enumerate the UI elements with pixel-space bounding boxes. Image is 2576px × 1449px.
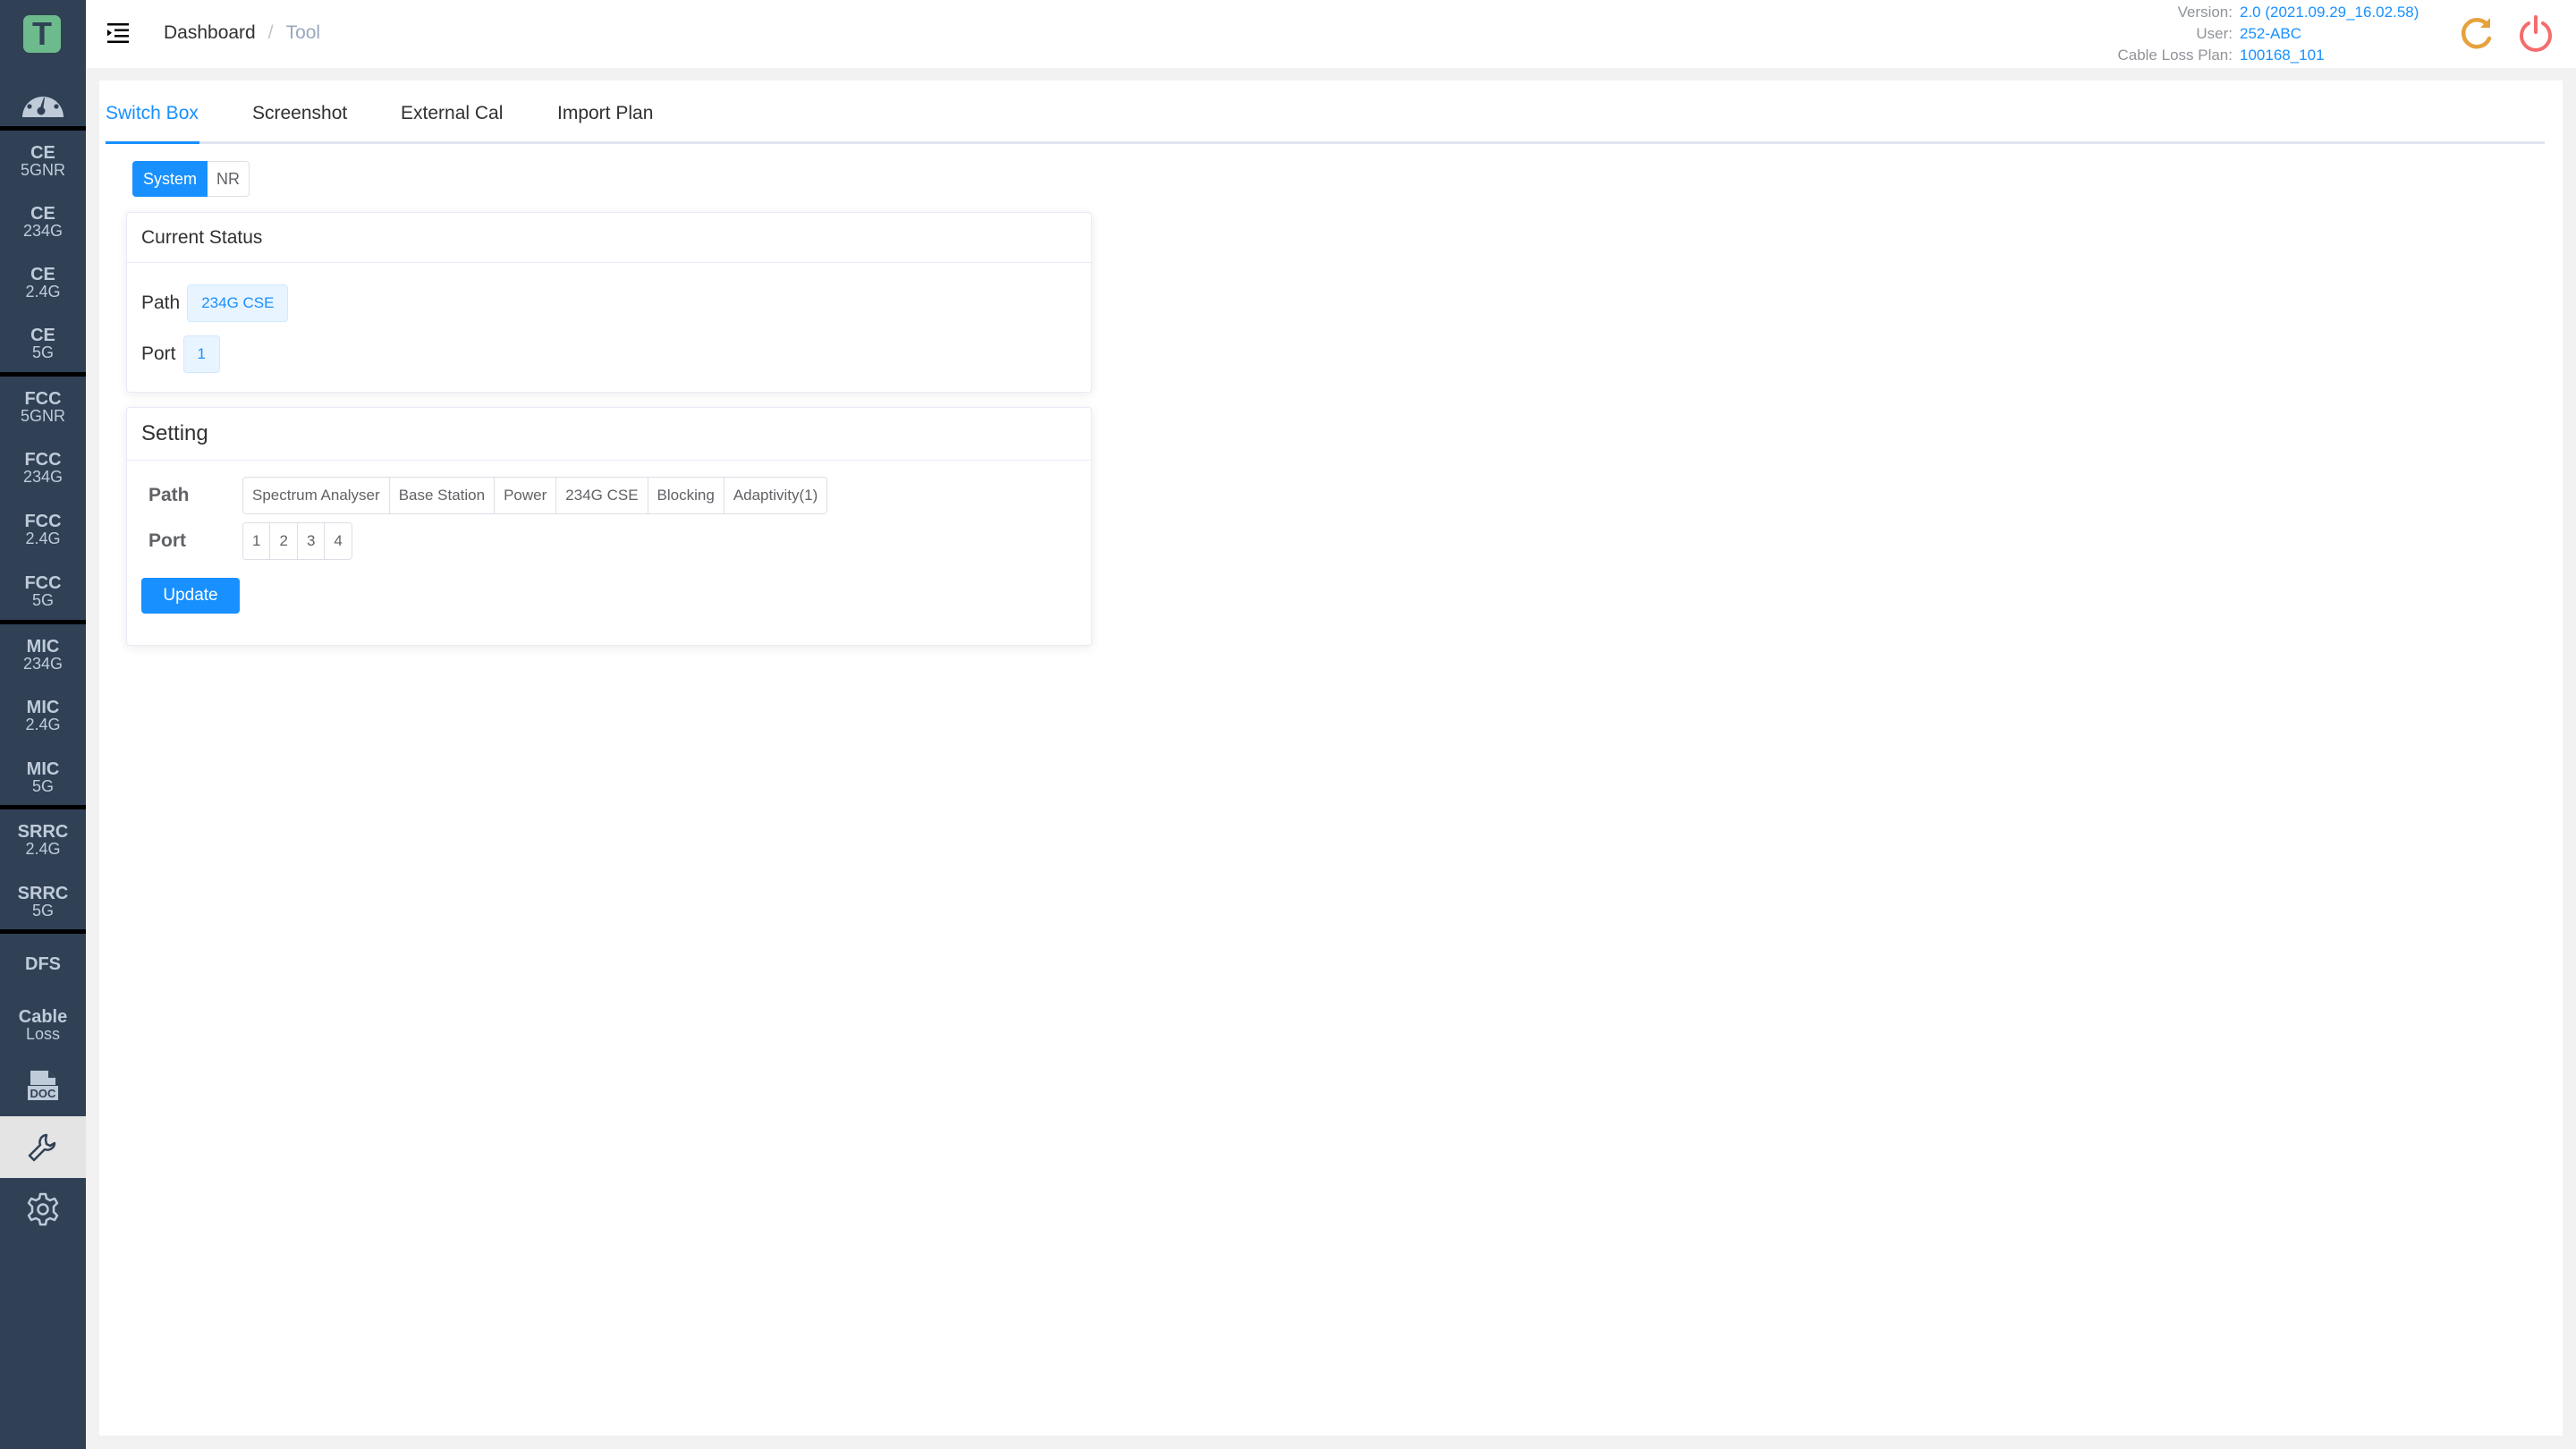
breadcrumb-separator: / [267, 22, 274, 43]
sidebar-item-fcc-2.4g[interactable]: FCC 2.4G [0, 499, 86, 560]
sidebar-item-dfs[interactable]: DFS [0, 934, 86, 995]
path-option-spectrum-analyser[interactable]: Spectrum Analyser [243, 478, 389, 513]
sidebar-item-mic-234g[interactable]: MIC 234G [0, 624, 86, 685]
path-option-power[interactable]: Power [494, 478, 556, 513]
update-button[interactable]: Update [141, 578, 240, 614]
sidebar-item-ce-5g[interactable]: CE 5G [0, 313, 86, 374]
top-header: Dashboard / Tool Version: 2.0 (2021.09.29_1… [86, 0, 2576, 68]
tab-bar: Switch Box Screenshot External Cal Impor… [106, 80, 2545, 144]
path-button-group: Spectrum Analyser Base Station Power 234… [242, 477, 828, 514]
refresh-icon[interactable] [2458, 14, 2496, 52]
sidebar-item-ce-5gnr[interactable]: CE 5GNR [0, 131, 86, 191]
user-value: 252-ABC [2240, 25, 2301, 42]
sidebar-item-mic-2.4g[interactable]: MIC 2.4G [0, 685, 86, 746]
svg-text:DOC: DOC [30, 1087, 57, 1100]
status-port-label: Port [141, 343, 176, 364]
sidebar-item-dashboard[interactable] [0, 79, 86, 123]
menu-toggle-icon[interactable] [107, 23, 129, 43]
segment-system[interactable]: System [132, 161, 208, 197]
setting-path-label: Path [148, 485, 190, 505]
version-label: Version: [2177, 4, 2233, 21]
port-option-3[interactable]: 3 [296, 523, 325, 559]
app-logo[interactable]: T [23, 15, 61, 53]
sidebar-item-fcc-5gnr[interactable]: FCC 5GNR [0, 377, 86, 437]
port-option-1[interactable]: 1 [243, 523, 270, 559]
tab-external-cal[interactable]: External Cal [401, 103, 503, 141]
status-port-tag: 1 [182, 335, 220, 373]
tab-screenshot[interactable]: Screenshot [252, 103, 347, 141]
mode-segment: System NR [132, 161, 250, 197]
user-label: User: [2196, 25, 2233, 42]
current-status-title: Current Status [127, 213, 1091, 263]
gear-icon [27, 1192, 59, 1226]
status-path-label: Path [141, 292, 181, 313]
sidebar-item-doc[interactable]: DOC [0, 1060, 86, 1114]
cable-loss-plan-value: 100168_101 [2240, 47, 2325, 64]
port-option-4[interactable]: 4 [324, 523, 352, 559]
breadcrumb-tool: Tool [285, 22, 321, 43]
path-option-base-station[interactable]: Base Station [388, 478, 495, 513]
sidebar-item-fcc-234g[interactable]: FCC 234G [0, 437, 86, 498]
breadcrumb: Dashboard / Tool [164, 22, 320, 44]
current-status-card: Current Status Path 234G CSE Port 1 [126, 212, 1092, 393]
main-panel: Switch Box Screenshot External Cal Impor… [99, 80, 2563, 1436]
sidebar-item-srrc-5g[interactable]: SRRC 5G [0, 871, 86, 932]
port-button-group: 1 2 3 4 [242, 522, 352, 560]
segment-nr[interactable]: NR [208, 161, 250, 197]
sidebar-item-srrc-2.4g[interactable]: SRRC 2.4G [0, 809, 86, 870]
tab-switch-box[interactable]: Switch Box [106, 103, 199, 144]
setting-card: Setting Path Spectrum Analyser Base Stat… [126, 407, 1092, 646]
power-icon[interactable] [2517, 14, 2555, 52]
path-option-adaptivity[interactable]: Adaptivity(1) [723, 478, 827, 513]
sidebar-item-tool[interactable] [0, 1116, 86, 1178]
cable-loss-plan-label: Cable Loss Plan: [2117, 47, 2233, 64]
path-option-blocking[interactable]: Blocking [647, 478, 724, 513]
sidebar-item-settings[interactable] [0, 1179, 86, 1240]
active-tab-indicator [106, 141, 199, 144]
version-value: 2.0 (2021.09.29_16.02.58) [2240, 4, 2419, 21]
sidebar-item-ce-234g[interactable]: CE 234G [0, 191, 86, 252]
tab-import-plan[interactable]: Import Plan [557, 103, 653, 141]
sidebar-item-mic-5g[interactable]: MIC 5G [0, 747, 86, 808]
path-option-234g-cse[interactable]: 234G CSE [555, 478, 648, 513]
app-info: Version: 2.0 (2021.09.29_16.02.58) User: 2… [2117, 2, 2433, 66]
sidebar: T CE 5GNR CE 234G CE 2.4G CE 5G FCC 5GNR FCC 2… [0, 0, 86, 1449]
status-path-tag: 234G CSE [187, 284, 289, 322]
setting-title: Setting [127, 408, 1091, 461]
breadcrumb-dashboard[interactable]: Dashboard [164, 22, 256, 43]
setting-port-label: Port [148, 530, 186, 551]
wrench-icon [28, 1133, 56, 1161]
doc-file-icon: DOC [28, 1071, 58, 1100]
dashboard-gauge-icon [22, 89, 64, 117]
port-option-2[interactable]: 2 [269, 523, 297, 559]
sidebar-item-fcc-5g[interactable]: FCC 5G [0, 561, 86, 622]
sidebar-item-ce-2.4g[interactable]: CE 2.4G [0, 252, 86, 313]
sidebar-item-cable-loss[interactable]: Cable Loss [0, 995, 86, 1055]
